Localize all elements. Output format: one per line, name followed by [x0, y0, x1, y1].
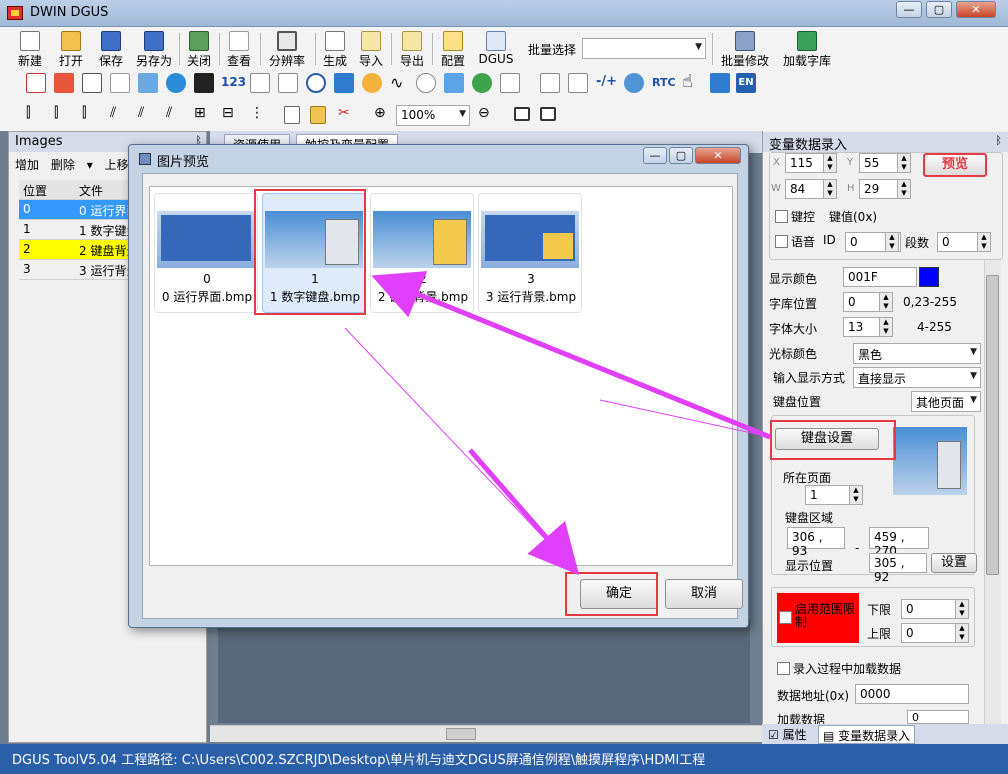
- thin-connector-ok: [344, 327, 566, 561]
- arrow-to-thumbnail: [371, 271, 771, 440]
- thin-connector: [599, 399, 771, 438]
- arrow-to-ok: [468, 448, 580, 576]
- annotation-arrows: [344, 271, 771, 576]
